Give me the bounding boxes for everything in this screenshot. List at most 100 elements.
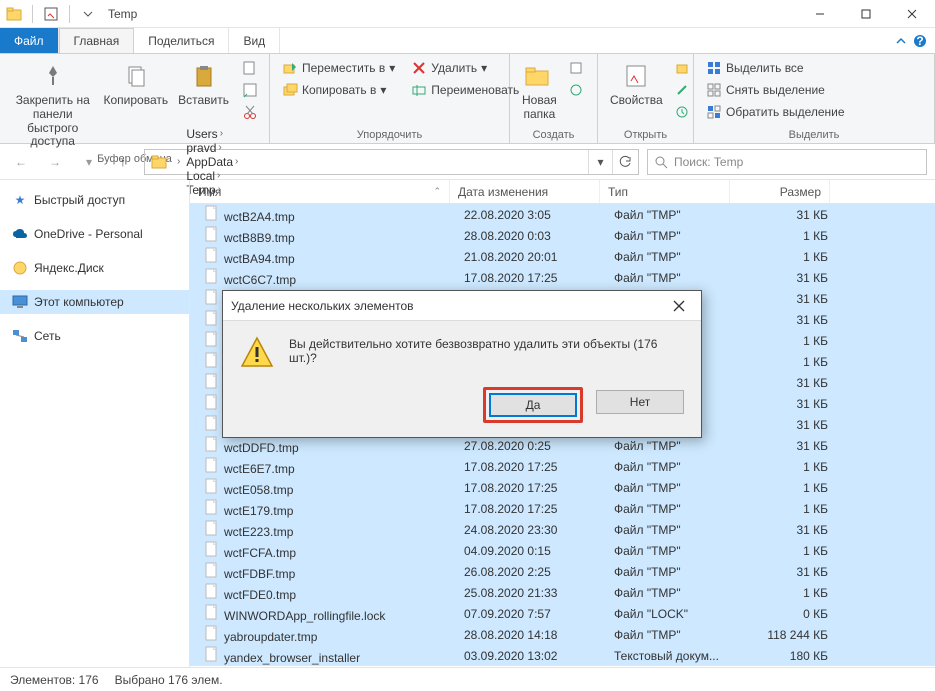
- file-row[interactable]: wctFCFA.tmp04.09.2020 0:15Файл "TMP"1 КБ: [190, 540, 935, 561]
- invert-selection-button[interactable]: Обратить выделение: [702, 102, 849, 122]
- chevron-right-icon: ›: [220, 128, 223, 139]
- column-size-header[interactable]: Размер: [730, 180, 830, 203]
- breadcrumb-segment[interactable]: pravd ›: [184, 141, 240, 155]
- address-dropdown-button[interactable]: ▾: [588, 150, 612, 174]
- column-date-header[interactable]: Дата изменения: [450, 180, 600, 203]
- sidebar-item-onedrive[interactable]: OneDrive - Personal: [0, 222, 189, 246]
- chevron-down-icon: ▾: [389, 61, 395, 75]
- copy-button[interactable]: Копировать: [100, 58, 173, 110]
- file-row[interactable]: wctC6C7.tmp17.08.2020 17:25Файл "TMP"31 …: [190, 267, 935, 288]
- file-row[interactable]: yandex_browser_installer03.09.2020 13:02…: [190, 645, 935, 666]
- file-row[interactable]: wctB8B9.tmp28.08.2020 0:03Файл "TMP"1 КБ: [190, 225, 935, 246]
- breadcrumb-root[interactable]: ›: [175, 156, 182, 167]
- select-all-button[interactable]: Выделить все: [702, 58, 849, 78]
- file-icon: [204, 373, 220, 389]
- delete-button[interactable]: Удалить▾: [407, 58, 523, 78]
- tab-view[interactable]: Вид: [229, 28, 280, 53]
- nav-up-button[interactable]: ↑: [110, 149, 136, 175]
- sidebar-item-network[interactable]: Сеть: [0, 324, 189, 348]
- ribbon-group-open-label: Открыть: [606, 127, 685, 141]
- nav-forward-button[interactable]: →: [42, 149, 68, 175]
- search-icon: [654, 155, 668, 169]
- qat-properties-icon[interactable]: [43, 6, 59, 22]
- move-to-icon: [282, 60, 298, 76]
- pin-quick-access-button[interactable]: Закрепить на панели быстрого доступа: [8, 58, 98, 151]
- tab-file[interactable]: Файл: [0, 28, 59, 53]
- file-icon: [204, 646, 220, 662]
- tab-share[interactable]: Поделиться: [134, 28, 229, 53]
- properties-button[interactable]: Свойства: [606, 58, 667, 110]
- file-row[interactable]: wctDDFD.tmp27.08.2020 0:25Файл "TMP"31 К…: [190, 435, 935, 456]
- navigation-sidebar: ★Быстрый доступ OneDrive - Personal Янде…: [0, 180, 190, 667]
- chevron-down-icon: ▾: [481, 61, 487, 75]
- file-row[interactable]: wctB2A4.tmp22.08.2020 3:05Файл "TMP"31 К…: [190, 204, 935, 225]
- file-icon: [204, 289, 220, 305]
- file-row[interactable]: wctE223.tmp24.08.2020 23:30Файл "TMP"31 …: [190, 519, 935, 540]
- move-to-button[interactable]: Переместить в▾: [278, 58, 399, 78]
- file-icon: [204, 625, 220, 641]
- file-row[interactable]: wctFDBF.tmp26.08.2020 2:25Файл "TMP"31 К…: [190, 561, 935, 582]
- help-icon[interactable]: ?: [913, 34, 927, 48]
- breadcrumb-segment[interactable]: Users ›: [184, 127, 240, 141]
- edit-button[interactable]: [671, 80, 693, 100]
- dialog-yes-button[interactable]: Да: [489, 393, 577, 417]
- refresh-button[interactable]: [612, 150, 636, 174]
- dialog-close-button[interactable]: [665, 295, 693, 317]
- file-row[interactable]: WINWORDApp_rollingfile.lock07.09.2020 7:…: [190, 603, 935, 624]
- file-icon: [204, 415, 220, 431]
- close-button[interactable]: [889, 0, 935, 28]
- file-row[interactable]: wctE6E7.tmp17.08.2020 17:25Файл "TMP"1 К…: [190, 456, 935, 477]
- qat-dropdown-icon[interactable]: [80, 6, 96, 22]
- file-row[interactable]: wctE058.tmp17.08.2020 17:25Файл "TMP"1 К…: [190, 477, 935, 498]
- select-none-button[interactable]: Снять выделение: [702, 80, 849, 100]
- column-name-header[interactable]: Имя⌃: [190, 180, 450, 203]
- paste-shortcut-button[interactable]: [239, 80, 261, 100]
- sidebar-item-yandex-disk[interactable]: Яндекс.Диск: [0, 256, 189, 280]
- status-selected-count: Выбрано 176 элем.: [115, 673, 223, 687]
- column-type-header[interactable]: Тип: [600, 180, 730, 203]
- sidebar-item-this-pc[interactable]: Этот компьютер: [0, 290, 189, 314]
- pc-icon: [12, 294, 28, 310]
- open-button[interactable]: [671, 58, 693, 78]
- status-bar: Элементов: 176 Выбрано 176 элем.: [0, 667, 935, 691]
- ribbon-group-organize-label: Упорядочить: [278, 127, 501, 141]
- tab-home[interactable]: Главная: [59, 28, 135, 53]
- easy-access-button[interactable]: [565, 80, 587, 100]
- star-icon: ★: [12, 192, 28, 208]
- nav-recent-dropdown[interactable]: ▾: [76, 149, 102, 175]
- rename-button[interactable]: Переименовать: [407, 80, 523, 100]
- minimize-button[interactable]: [797, 0, 843, 28]
- chevron-right-icon: ›: [177, 156, 180, 167]
- window-title: Temp: [102, 7, 137, 21]
- select-none-icon: [706, 82, 722, 98]
- file-row[interactable]: yabroupdater.tmp28.08.2020 14:18Файл "TM…: [190, 624, 935, 645]
- dialog-no-button[interactable]: Нет: [596, 390, 684, 414]
- maximize-button[interactable]: [843, 0, 889, 28]
- file-icon: [204, 247, 220, 263]
- nav-back-button[interactable]: ←: [8, 149, 34, 175]
- history-button[interactable]: [671, 102, 693, 122]
- pin-icon: [37, 60, 69, 92]
- file-row[interactable]: wctBA94.tmp21.08.2020 20:01Файл "TMP"1 К…: [190, 246, 935, 267]
- file-icon: [204, 520, 220, 536]
- copy-to-button[interactable]: Копировать в▾: [278, 80, 399, 100]
- file-icon: [204, 541, 220, 557]
- file-icon: [204, 331, 220, 347]
- search-input[interactable]: Поиск: Temp: [647, 149, 927, 175]
- paste-button[interactable]: Вставить: [174, 58, 233, 110]
- sidebar-item-quick-access[interactable]: ★Быстрый доступ: [0, 188, 189, 212]
- cut-button[interactable]: [239, 102, 261, 122]
- delete-confirmation-dialog: Удаление нескольких элементов Вы действи…: [222, 290, 702, 438]
- new-folder-button[interactable]: Новая папка: [518, 58, 561, 124]
- address-bar[interactable]: › Users ›pravd ›AppData ›Local ›Temp › ▾: [144, 149, 639, 175]
- new-item-button[interactable]: [565, 58, 587, 78]
- copy-path-button[interactable]: [239, 58, 261, 78]
- file-row[interactable]: wctFDE0.tmp25.08.2020 21:33Файл "TMP"1 К…: [190, 582, 935, 603]
- ribbon-collapse-icon[interactable]: [895, 35, 907, 47]
- file-icon: [204, 310, 220, 326]
- breadcrumb-segment[interactable]: AppData ›: [184, 155, 240, 169]
- file-icon: [204, 394, 220, 410]
- file-icon: [204, 226, 220, 242]
- invert-selection-icon: [706, 104, 722, 120]
- file-row[interactable]: wctE179.tmp17.08.2020 17:25Файл "TMP"1 К…: [190, 498, 935, 519]
